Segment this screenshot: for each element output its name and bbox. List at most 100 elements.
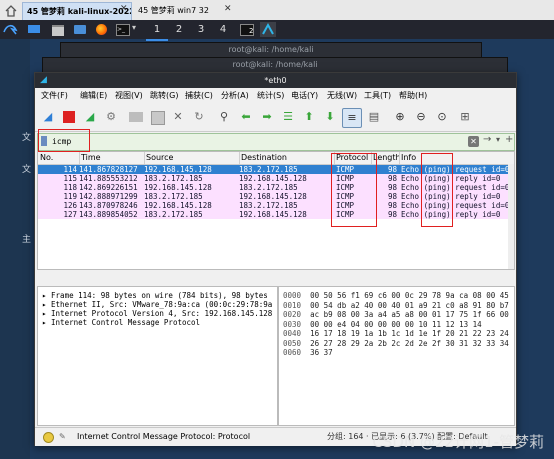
detail-text: Internet Protocol Version 4, Src: 192.16… [51,309,273,318]
filter-dropdown-icon[interactable]: ▾ [496,135,500,144]
hex-offset: 0050 [283,338,302,348]
packet-cell-src: 192.168.145.128 [144,165,212,174]
packet-cell-dst: 192.168.145.128 [239,192,307,201]
apply-filter-icon[interactable]: → [483,134,491,145]
column-header-destination[interactable]: Destination [239,152,335,164]
wireshark-task-icon[interactable] [260,22,276,37]
packet-cell-time: 143.889854052 [79,210,138,219]
wireshark-icon: ◢ [40,75,47,85]
host-tab-label: 45 管梦莉 win7 32 [138,6,209,15]
hex-bytes: 36 37 [310,348,333,357]
annotation-box-ping [421,153,453,227]
packet-cell-info: Echo (ping) request id=0 [401,183,510,192]
hex-row[interactable]: 0030 00 00 e4 04 00 00 00 00 10 11 12 13… [283,320,482,330]
home-icon[interactable] [4,3,18,17]
packet-cell-no: 126 [63,201,77,210]
detail-row-frame[interactable]: ▸ Frame 114: 98 bytes on wire (784 bits)… [42,291,268,300]
resize-columns-icon[interactable]: ⊞ [456,108,474,126]
go-first-icon[interactable]: ⬆ [300,108,318,126]
hex-row[interactable]: 0040 16 17 18 19 1a 1b 1c 1d 1e 1f 20 21… [283,329,509,339]
column-header-info[interactable]: Info [399,152,514,164]
menu-view[interactable]: 视图(V) [115,90,143,102]
packet-cell-no: 115 [63,174,77,183]
host-tab-kali[interactable]: 45 管梦莉 kali-linux-2022... [22,2,132,20]
go-last-icon[interactable]: ⬇ [321,108,339,126]
hex-row[interactable]: 0020 ac b9 08 00 3a a4 a5 a8 00 01 17 75… [283,310,509,320]
stop-capture-button[interactable] [60,108,78,126]
reload-icon[interactable]: ↻ [190,108,208,126]
packet-cell-time: 143.870978246 [79,201,138,210]
menu-telephony[interactable]: 电话(Y) [291,90,318,102]
kali-panel: >_ ▾ 1 2 3 4 2 [0,20,554,41]
hex-row[interactable]: 0050 26 27 28 29 2a 2b 2c 2d 2e 2f 30 31… [283,339,509,349]
host-tab-win7[interactable]: 45 管梦莉 win7 32 [134,2,230,19]
shark-fin-icon[interactable]: ◢ [39,108,57,126]
packet-list-scrollbar[interactable] [508,164,514,269]
terminal-title: root@kali: /home/kali [232,60,318,69]
display-filter-input[interactable] [52,135,432,148]
workspace-2[interactable]: 2 [168,20,190,39]
hex-row[interactable]: 0060 36 37 [283,348,333,358]
menu-analyze[interactable]: 分析(A) [221,90,249,102]
hex-row[interactable]: 0010 00 54 db a2 40 00 40 01 a9 21 c0 a8… [283,301,509,311]
clear-filter-icon[interactable]: ✕ [468,136,479,147]
packet-cell-dst: 183.2.172.185 [239,183,298,192]
packet-cell-info: Echo (ping) request id=0 [401,201,510,210]
save-file-icon[interactable] [148,108,166,126]
detail-row-ethernet[interactable]: ▸ Ethernet II, Src: VMware_78:9a:ca (00:… [42,300,272,309]
go-forward-icon[interactable]: ➡ [258,108,276,126]
go-to-packet-icon[interactable]: ☰ [279,108,297,126]
menu-statistics[interactable]: 统计(S) [257,90,284,102]
workspace-4[interactable]: 4 [212,20,234,39]
host-tab-strip: 45 管梦莉 kali-linux-2022... ✕ 45 管梦莉 win7 … [0,0,554,21]
menu-tools[interactable]: 工具(T) [364,90,391,102]
autoscroll-icon[interactable]: ≡ [342,108,362,128]
menu-help[interactable]: 帮助(H) [399,90,427,102]
kali-menu-icon[interactable] [2,22,18,37]
capture-options-icon[interactable]: ⚙ [102,108,120,126]
files-icon[interactable] [50,22,66,37]
close-icon[interactable]: ✕ [224,4,232,14]
column-header-source[interactable]: Source [144,152,240,164]
detail-row-icmp[interactable]: ▸ Internet Control Message Protocol [42,318,200,327]
restart-capture-icon[interactable]: ◢ [81,108,99,126]
workspace-1[interactable]: 1 [146,20,168,41]
detail-text: Ethernet II, Src: VMware_78:9a:ca (00:0c… [51,300,273,309]
menu-edit[interactable]: 编辑(E) [80,90,107,102]
colorize-icon[interactable]: ▤ [365,108,383,126]
annotation-box-protocol [331,153,377,227]
detail-row-ipv4[interactable]: ▸ Internet Protocol Version 4, Src: 192.… [42,309,272,318]
close-file-icon[interactable]: ✕ [169,108,187,126]
packet-cell-src: 183.2.172.185 [144,192,203,201]
zoom-in-icon[interactable]: ⊕ [391,108,409,126]
chevron-down-icon[interactable]: ▾ [132,23,136,32]
column-header-no[interactable]: No. [38,152,80,164]
expert-info-icon[interactable] [43,432,54,443]
folder-icon[interactable] [72,22,88,37]
menu-file[interactable]: 文件(F) [41,90,68,102]
desktop-label: 文 [22,133,32,143]
column-header-time[interactable]: Time [79,152,145,164]
zoom-normal-icon[interactable]: ⊙ [433,108,451,126]
close-icon[interactable]: ✕ [120,4,128,14]
firefox-icon[interactable] [94,22,110,37]
zoom-out-icon[interactable]: ⊖ [412,108,430,126]
menu-go[interactable]: 跳转(G) [150,90,178,102]
packet-cell-no: 119 [63,192,77,201]
find-packet-icon[interactable]: ⚲ [215,108,233,126]
menu-capture[interactable]: 捕获(C) [185,90,213,102]
status-text: Internet Control Message Protocol: Proto… [77,432,251,441]
watermark: CSDN @22计网1-管梦莉 [372,433,544,451]
terminal-icon[interactable]: >_ [114,22,130,37]
packet-cell-time: 142.869226151 [79,183,138,192]
packet-cell-info: Echo (ping) reply id=0 [401,210,501,219]
add-filter-button[interactable]: + [505,134,513,145]
window-title: ◢ *eth0 [35,73,516,88]
open-file-icon[interactable] [127,108,145,126]
hex-row[interactable]: 0000 00 50 56 f1 69 c6 00 0c 29 78 9a ca… [283,291,509,301]
menu-wireless[interactable]: 无线(W) [327,90,357,102]
edit-comment-icon[interactable]: ✎ [59,428,66,446]
workspace-3[interactable]: 3 [190,20,212,39]
go-back-icon[interactable]: ⬅ [237,108,255,126]
desktop-icon[interactable] [26,22,42,37]
